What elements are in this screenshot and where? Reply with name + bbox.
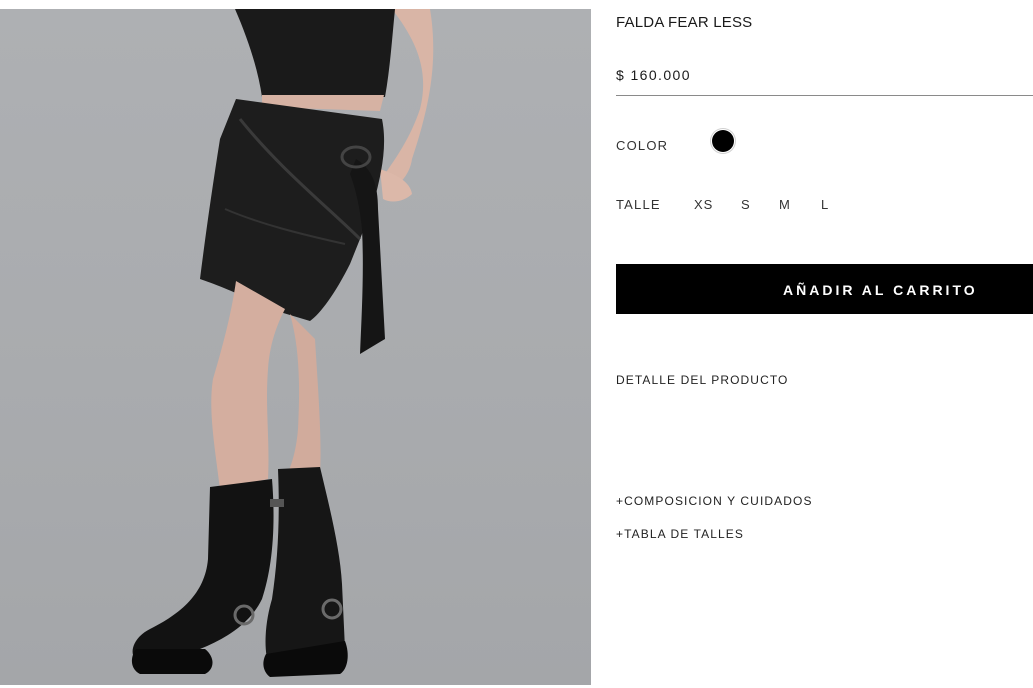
color-swatch-black[interactable] (712, 130, 734, 152)
product-photo-illustration (131, 9, 434, 677)
product-info-panel: FALDA FEAR LESS $ 160.000 COLOR TALLE XS… (616, 0, 1033, 688)
size-option-l[interactable]: L (821, 197, 829, 212)
size-chart-toggle[interactable]: +TABLA DE TALLES (616, 527, 744, 541)
product-title: FALDA FEAR LESS (616, 14, 753, 31)
size-option-m[interactable]: M (779, 197, 791, 212)
add-to-cart-label: AÑADIR AL CARRITO (783, 282, 978, 298)
add-to-cart-button[interactable]: AÑADIR AL CARRITO (616, 264, 1033, 314)
product-price: $ 160.000 (616, 67, 691, 83)
size-option-xs[interactable]: XS (694, 197, 713, 212)
product-detail-heading: DETALLE DEL PRODUCTO (616, 373, 789, 387)
size-option-s[interactable]: S (741, 197, 751, 212)
composition-care-toggle[interactable]: +COMPOSICION Y CUIDADOS (616, 494, 813, 508)
price-divider (616, 95, 1033, 96)
color-label: COLOR (616, 138, 669, 153)
size-label: TALLE (616, 197, 661, 212)
product-image[interactable] (0, 9, 591, 685)
